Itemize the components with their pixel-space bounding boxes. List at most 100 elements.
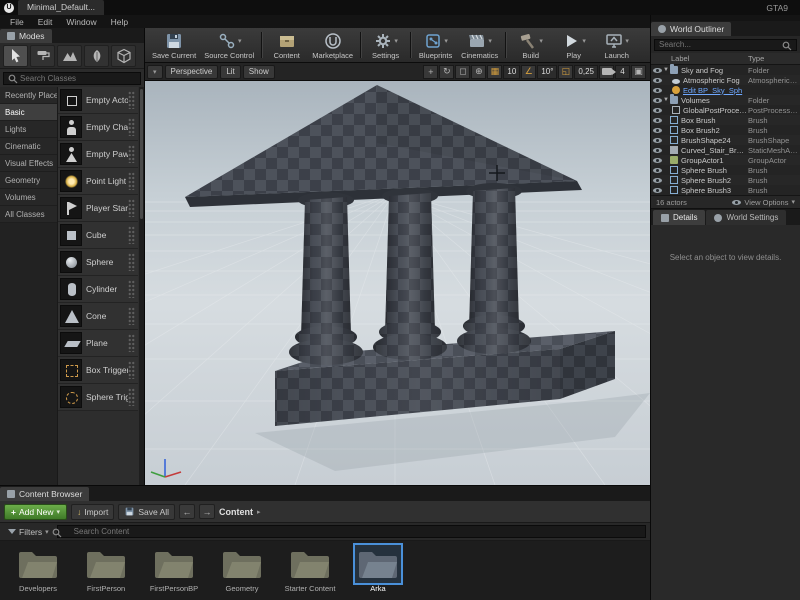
cinematics-button[interactable]: ▾Cinematics [457, 29, 502, 62]
geometry-mode-button[interactable] [111, 45, 136, 67]
build-button[interactable]: ▾Build [509, 29, 552, 62]
drag-grip[interactable] [128, 118, 135, 136]
expand-caret-icon[interactable]: ▼ [662, 67, 670, 73]
outliner-row-sphere-brush2[interactable]: Sphere Brush2Brush [651, 175, 800, 185]
placeable-item-empty-actor[interactable]: Empty Actor [58, 87, 138, 114]
outliner-row-sky-and-fog[interactable]: ▼Sky and FogFolder [651, 65, 800, 75]
blueprints-button[interactable]: ▾Blueprints [414, 29, 457, 62]
source-control-button[interactable]: ▾Source Control [200, 29, 258, 62]
visibility-eye-icon[interactable] [653, 138, 662, 143]
visibility-eye-icon[interactable] [653, 88, 662, 93]
category-geometry[interactable]: Geometry [0, 172, 57, 189]
category-visual-effects[interactable]: Visual Effects [0, 155, 57, 172]
outliner-row-box-brush[interactable]: Box BrushBrush [651, 115, 800, 125]
visibility-eye-icon[interactable] [653, 108, 662, 113]
search-content-input[interactable] [57, 525, 646, 538]
placeable-item-cube[interactable]: Cube [58, 222, 138, 249]
viewport[interactable] [145, 81, 650, 485]
placeable-item-box-trigger[interactable]: Box Trigger [58, 357, 138, 384]
camera-speed-button[interactable] [599, 65, 614, 79]
paint-mode-button[interactable] [30, 45, 55, 67]
drag-grip[interactable] [128, 145, 135, 163]
viewport-options-button[interactable]: ▾ [147, 65, 163, 79]
placeable-item-sphere[interactable]: Sphere [58, 249, 138, 276]
category-basic[interactable]: Basic [0, 104, 57, 121]
settings-button[interactable]: ▾Settings [364, 29, 407, 62]
outliner-row-volumes[interactable]: ▼VolumesFolder [651, 95, 800, 105]
save-current-button[interactable]: Save Current [148, 29, 200, 62]
asset-folder-firstpersonbp[interactable]: FirstPersonBP [142, 545, 206, 594]
back-button[interactable]: ← [179, 504, 195, 519]
placeable-item-player-start[interactable]: Player Start [58, 195, 138, 222]
tab-world-settings[interactable]: World Settings [706, 210, 786, 225]
placeable-item-plane[interactable]: Plane [58, 330, 138, 357]
placeable-item-sphere-trigger[interactable]: Sphere Trigger [58, 384, 138, 411]
visibility-eye-icon[interactable] [653, 68, 662, 73]
scale-snap-value[interactable]: 0,25 [574, 65, 598, 79]
drag-grip[interactable] [128, 280, 135, 298]
grid-snap-toggle[interactable]: ▦ [487, 65, 502, 79]
label-column-header[interactable]: Label [651, 54, 748, 63]
show-menu-button[interactable]: Show [243, 65, 275, 79]
asset-folder-geometry[interactable]: Geometry [210, 545, 274, 594]
tab-content-browser[interactable]: Content Browser [0, 487, 89, 501]
drag-grip[interactable] [128, 253, 135, 271]
drag-grip[interactable] [128, 361, 135, 379]
camera-speed-value[interactable]: 4 [615, 65, 630, 79]
world-local-toggle[interactable]: ⊕ [471, 65, 486, 79]
outliner-row-global-post-process[interactable]: GlobalPostProcessVolumePostProcessVolu [651, 105, 800, 115]
drag-grip[interactable] [128, 199, 135, 217]
edit-blueprint-link[interactable]: Edit BP_Sky_Sph [683, 86, 748, 95]
drag-grip[interactable] [128, 388, 135, 406]
rotation-snap-value[interactable]: 10° [537, 65, 557, 79]
save-all-button[interactable]: Save All [118, 504, 175, 520]
drag-grip[interactable] [128, 172, 135, 190]
outliner-search-input[interactable] [654, 39, 797, 51]
breadcrumb[interactable]: Content▸ [219, 507, 261, 517]
category-recently-placed[interactable]: Recently Placed [0, 87, 57, 104]
menu-file[interactable]: File [3, 17, 31, 27]
view-mode-button[interactable]: Lit [220, 65, 240, 79]
placeable-item-cylinder[interactable]: Cylinder [58, 276, 138, 303]
asset-folder-firstperson[interactable]: FirstPerson [74, 545, 138, 594]
menu-window[interactable]: Window [59, 17, 103, 27]
maximize-viewport-button[interactable]: ▣ [631, 65, 646, 79]
category-volumes[interactable]: Volumes [0, 189, 57, 206]
visibility-eye-icon[interactable] [653, 178, 662, 183]
drag-grip[interactable] [128, 334, 135, 352]
drag-grip[interactable] [128, 307, 135, 325]
visibility-eye-icon[interactable] [653, 158, 662, 163]
asset-folder-arka[interactable]: Arka [346, 545, 410, 594]
menu-help[interactable]: Help [104, 17, 135, 27]
scale-tool-button[interactable]: ◻ [455, 65, 470, 79]
drag-grip[interactable] [128, 91, 135, 109]
visibility-eye-icon[interactable] [653, 188, 662, 193]
grid-snap-value[interactable]: 10 [503, 65, 520, 79]
placeable-item-point-light[interactable]: Point Light [58, 168, 138, 195]
outliner-row-curved-stair[interactable]: Curved_Stair_Brush_StaticMeshStaticMeshA… [651, 145, 800, 155]
camera-mode-button[interactable]: Perspective [165, 65, 219, 79]
expand-caret-icon[interactable]: ▼ [662, 97, 670, 103]
category-lights[interactable]: Lights [0, 121, 57, 138]
asset-folder-developers[interactable]: Developers [6, 545, 70, 594]
landscape-mode-button[interactable] [57, 45, 82, 67]
rotate-tool-button[interactable]: ↻ [439, 65, 454, 79]
outliner-row-box-brush2[interactable]: Box Brush2Brush [651, 125, 800, 135]
visibility-eye-icon[interactable] [653, 98, 662, 103]
type-column-header[interactable]: Type [748, 54, 800, 63]
outliner-row-brushshape24[interactable]: BrushShape24BrushShape [651, 135, 800, 145]
forward-button[interactable]: → [199, 504, 215, 519]
filters-button[interactable]: Filters▾ [4, 527, 53, 537]
foliage-mode-button[interactable] [84, 45, 109, 67]
visibility-eye-icon[interactable] [653, 118, 662, 123]
translate-tool-button[interactable]: + [423, 65, 438, 79]
outliner-row-sphere-brush3[interactable]: Sphere Brush3Brush [651, 185, 800, 195]
scale-snap-toggle[interactable]: ◱ [558, 65, 573, 79]
asset-folder-starter-content[interactable]: Starter Content [278, 545, 342, 594]
drag-grip[interactable] [128, 226, 135, 244]
menu-edit[interactable]: Edit [31, 17, 60, 27]
tab-modes[interactable]: Modes [0, 29, 52, 43]
category-cinematic[interactable]: Cinematic [0, 138, 57, 155]
visibility-eye-icon[interactable] [653, 78, 662, 83]
outliner-row-atmospheric-fog[interactable]: Atmospheric FogAtmosphericFog [651, 75, 800, 85]
